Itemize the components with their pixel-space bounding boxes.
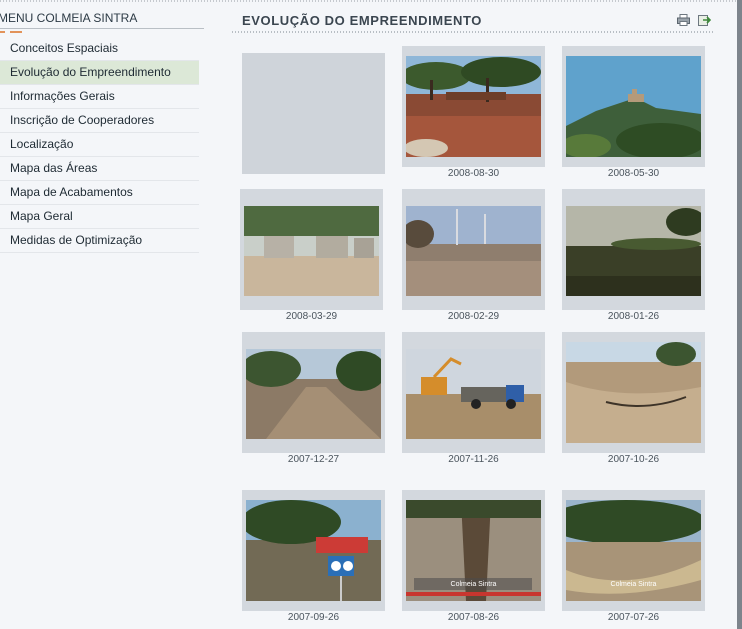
signpost-photo: [246, 500, 381, 601]
menu-item-conceitos-espaciais[interactable]: Conceitos Espaciais: [0, 37, 199, 61]
menu-list: Conceitos Espaciais Evolução do Empreend…: [0, 37, 199, 253]
window-edge: [737, 0, 742, 629]
photo-thumbnail[interactable]: [562, 189, 705, 310]
title-divider: [232, 31, 714, 33]
earthworks-photo: [566, 342, 701, 443]
construction-site-photo: [406, 56, 541, 157]
sunset-field-photo: [566, 206, 701, 296]
printer-icon[interactable]: [677, 14, 690, 26]
menu-item-localizacao[interactable]: Localização: [0, 133, 199, 157]
photo-date: 2008-08-30: [447, 168, 500, 179]
photo-date: 2007-10-26: [607, 454, 660, 465]
photo-date: 2008-01-26: [607, 311, 660, 322]
photo-thumbnail[interactable]: [242, 490, 385, 611]
photo-watermark: Colmeia Sintra: [450, 581, 497, 588]
photo-thumbnail[interactable]: Colmeia Sintra: [402, 490, 545, 611]
photo-placeholder[interactable]: [242, 53, 385, 174]
photo-date: 2007-11-26: [448, 454, 499, 465]
menu-accent-bar: [0, 31, 5, 33]
dirt-field-photo: [406, 206, 541, 296]
menu-item-medidas-de-optimizacao[interactable]: Medidas de Optimização: [0, 229, 199, 253]
top-border: [0, 0, 737, 2]
photo-watermark: Colmeia Sintra: [610, 581, 657, 588]
photo-date: 2008-05-30: [607, 168, 660, 179]
menu-item-inscricao-de-cooperadores[interactable]: Inscrição de Cooperadores: [0, 109, 199, 133]
photo-date: 2008-03-29: [285, 311, 338, 322]
menu-item-mapa-de-acabamentos[interactable]: Mapa de Acabamentos: [0, 181, 199, 205]
photo-date: 2007-08-26: [447, 612, 500, 623]
menu-item-evolucao-do-empreendimento[interactable]: Evolução do Empreendimento: [0, 61, 199, 85]
photo-date: 2007-09-26: [287, 612, 340, 623]
menu-accent-bar: [10, 31, 22, 33]
photo-thumbnail[interactable]: [242, 332, 385, 453]
page-title: EVOLUÇÃO DO EMPREENDIMENTO: [242, 13, 482, 28]
menu-item-informacoes-gerais[interactable]: Informações Gerais: [0, 85, 199, 109]
menu-title-divider: [0, 28, 204, 29]
photo-thumbnail[interactable]: [562, 332, 705, 453]
castle-landscape-photo: [566, 56, 701, 157]
photo-date: 2007-12-27: [287, 454, 340, 465]
menu-item-mapa-geral[interactable]: Mapa Geral: [0, 205, 199, 229]
concrete-blocks-photo: [244, 206, 379, 296]
photo-thumbnail[interactable]: [562, 46, 705, 167]
photo-thumbnail[interactable]: Colmeia Sintra: [562, 490, 705, 611]
photo-date: 2007-07-26: [607, 612, 660, 623]
photo-thumbnail[interactable]: [240, 189, 383, 310]
photo-thumbnail[interactable]: [402, 332, 545, 453]
dirt-road-photo: [246, 349, 381, 439]
menu-item-mapa-das-areas[interactable]: Mapa das Áreas: [0, 157, 199, 181]
photo-date: 2008-02-29: [447, 311, 500, 322]
menu-title: MENU COLMEIA SINTRA: [0, 11, 138, 25]
photo-thumbnail[interactable]: [402, 189, 545, 310]
export-icon[interactable]: [698, 14, 711, 26]
excavator-truck-photo: [406, 349, 541, 439]
photo-thumbnail[interactable]: [402, 46, 545, 167]
